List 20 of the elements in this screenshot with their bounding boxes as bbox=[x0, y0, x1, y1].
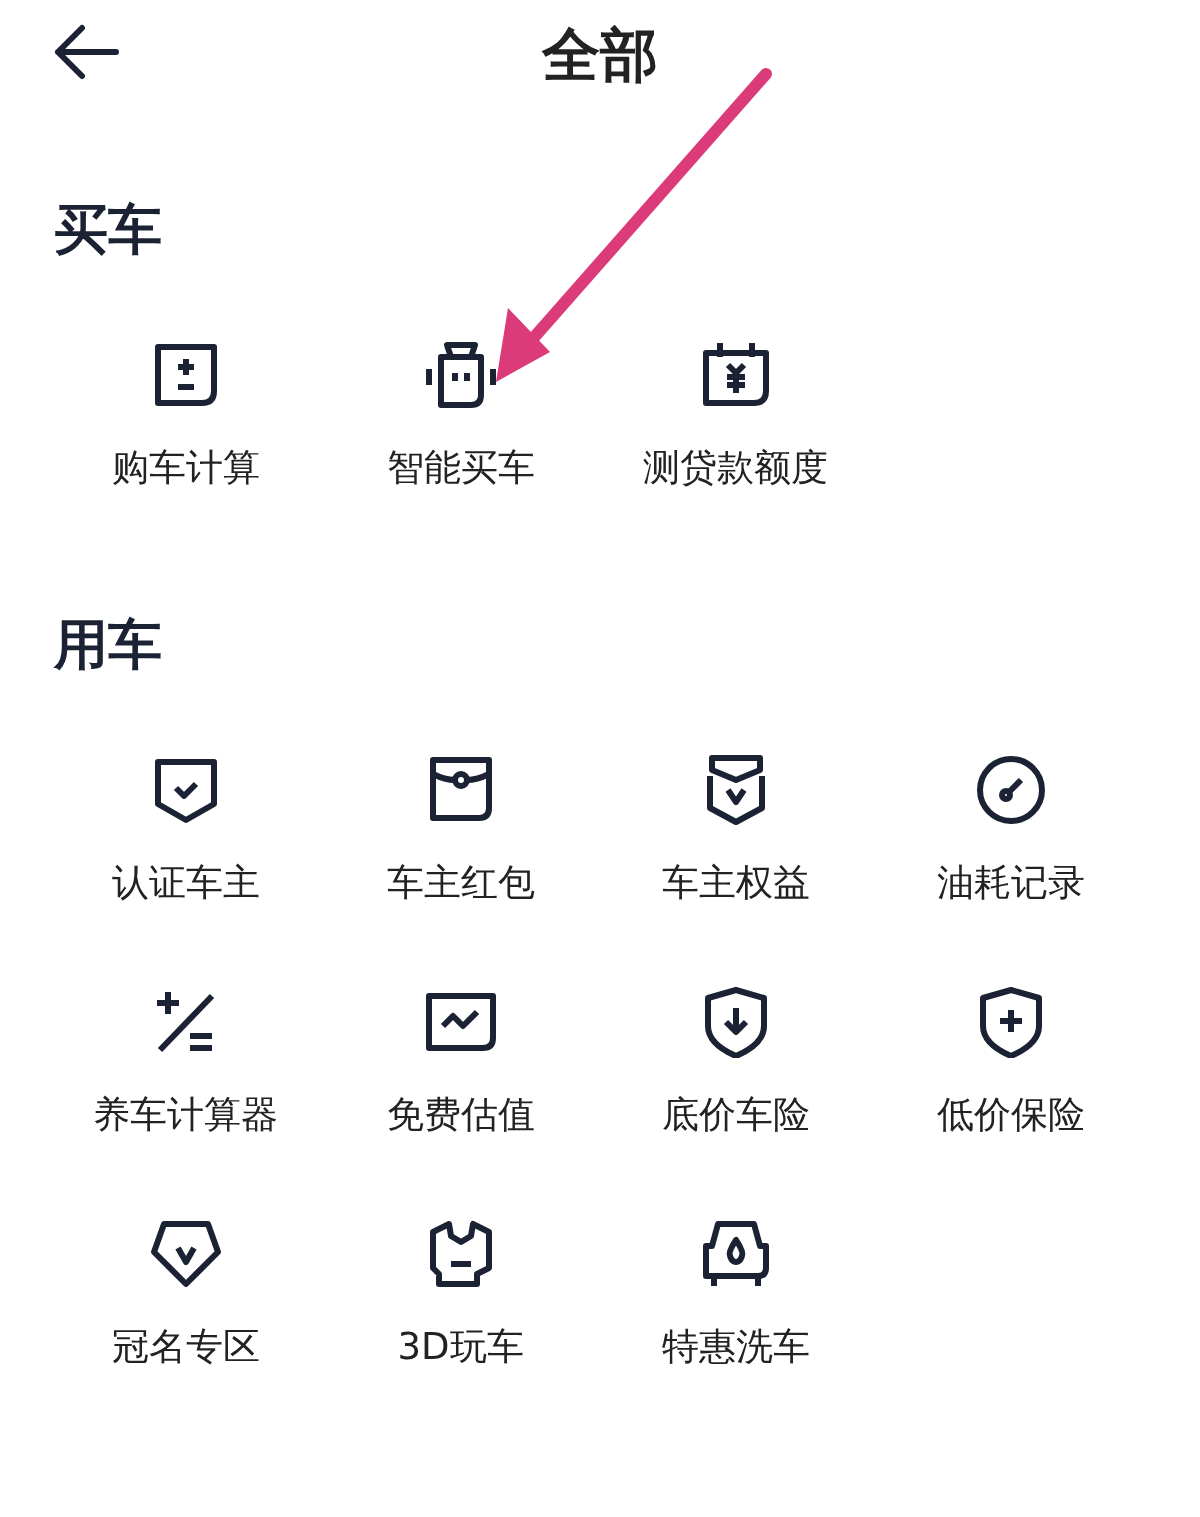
shortcut-label[interactable]: 油耗记录 bbox=[936, 860, 1085, 906]
robot-icon bbox=[424, 339, 497, 411]
shortcut-label[interactable]: 认证车主 bbox=[111, 860, 260, 906]
shortcut-label[interactable]: 购车计算 bbox=[111, 445, 260, 491]
shortcut-label[interactable]: 养车计算器 bbox=[93, 1092, 278, 1138]
shortcut-label[interactable]: 车主红包 bbox=[386, 860, 535, 906]
shortcut-label[interactable]: 低价保险 bbox=[936, 1092, 1085, 1138]
gauge-icon bbox=[974, 754, 1047, 826]
section-heading: 买车 bbox=[54, 197, 163, 263]
shortcut-label[interactable]: 底价车险 bbox=[661, 1092, 810, 1138]
shortcut-label[interactable]: 智能买车 bbox=[386, 445, 535, 491]
page-title: 全部 bbox=[542, 26, 658, 84]
shortcut-label[interactable]: 3D玩车 bbox=[397, 1324, 524, 1370]
shortcut-label[interactable]: 车主权益 bbox=[661, 860, 810, 906]
gem-icon bbox=[149, 1218, 222, 1290]
shortcut-label[interactable]: 测贷款额度 bbox=[643, 445, 828, 491]
shortcut-label[interactable]: 免费估值 bbox=[386, 1092, 535, 1138]
shortcut-label[interactable]: 特惠洗车 bbox=[661, 1324, 810, 1370]
shortcut-label[interactable]: 冠名专区 bbox=[111, 1324, 260, 1370]
section-heading: 用车 bbox=[54, 612, 163, 678]
